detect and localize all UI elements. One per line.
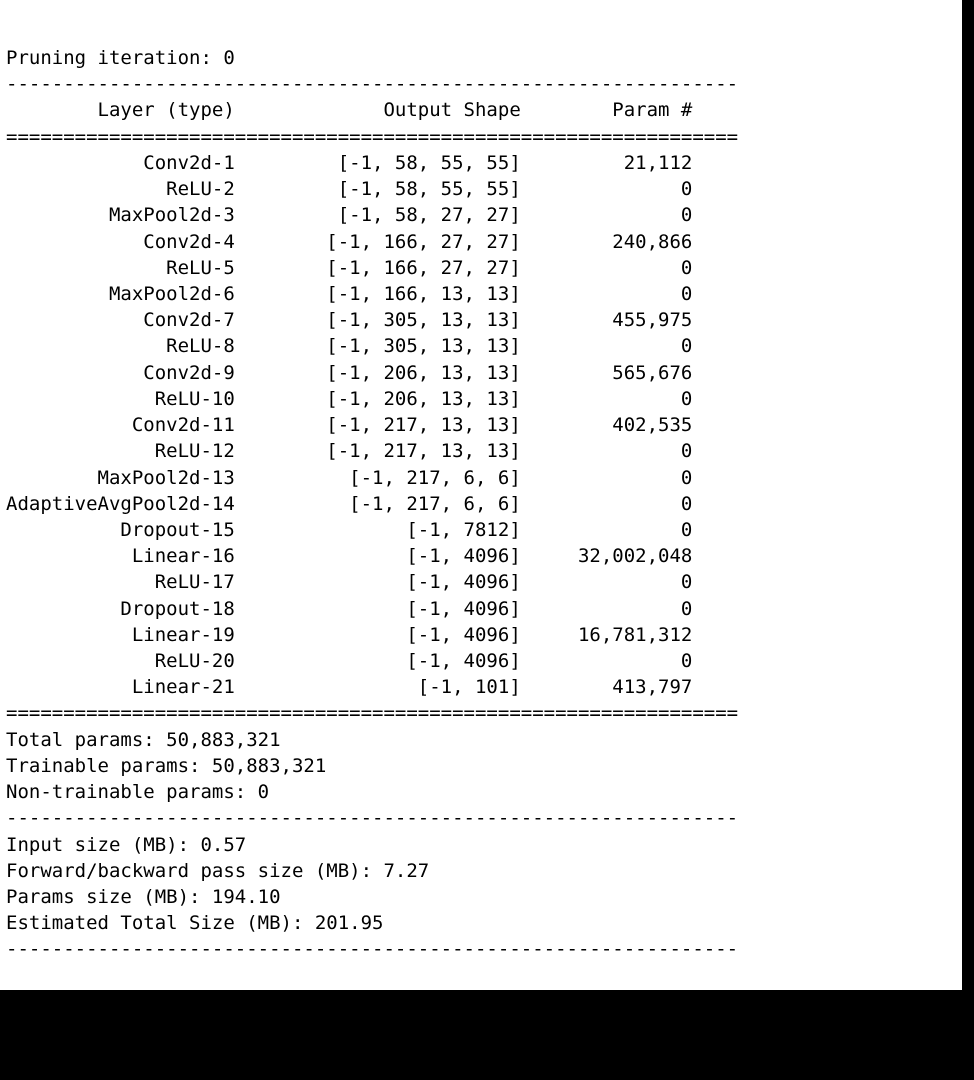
model-summary-output: Pruning iteration: 0 -------------------… <box>0 0 962 990</box>
